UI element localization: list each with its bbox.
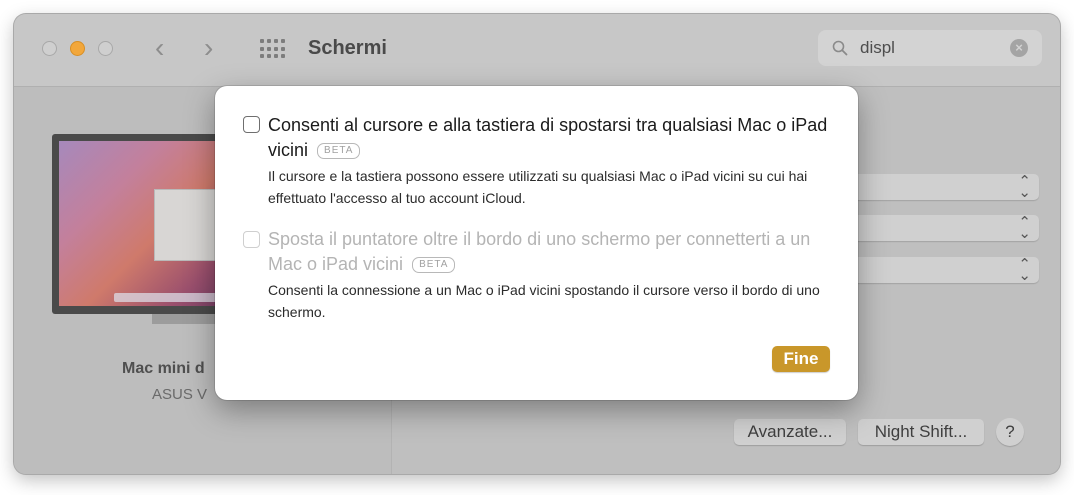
search-input[interactable]: displ bbox=[860, 38, 895, 58]
back-button[interactable]: ‹ bbox=[155, 34, 164, 62]
popup-menu-1[interactable]: ⌃ ⌄ bbox=[849, 174, 1039, 200]
help-button[interactable]: ? bbox=[996, 418, 1024, 446]
close-window-button[interactable] bbox=[42, 41, 57, 56]
universal-control-dialog: Consenti al cursore e alla tastiera di s… bbox=[215, 86, 858, 400]
night-shift-button[interactable]: Night Shift... bbox=[858, 419, 984, 445]
window-title: Schermi bbox=[308, 37, 387, 59]
grid-icon[interactable] bbox=[260, 39, 286, 59]
beta-badge: BETA bbox=[412, 257, 456, 273]
allow-cursor-keyboard-checkbox[interactable] bbox=[243, 116, 260, 133]
advanced-button[interactable]: Avanzate... bbox=[734, 419, 846, 445]
minimize-window-button[interactable] bbox=[70, 41, 85, 56]
search-icon bbox=[832, 40, 848, 56]
display-model: ASUS V bbox=[152, 386, 208, 403]
option1-description: Il cursore e la tastiera possono essere … bbox=[268, 168, 808, 206]
updown-chevron-icon: ⌃ ⌄ bbox=[1018, 173, 1031, 201]
push-through-edge-checkbox[interactable] bbox=[243, 231, 260, 248]
done-button[interactable]: Fine bbox=[772, 346, 830, 372]
popup-menu-3[interactable]: ⌃ ⌄ bbox=[849, 257, 1039, 283]
display-name: Mac mini d bbox=[122, 360, 205, 377]
zoom-window-button[interactable] bbox=[98, 41, 113, 56]
toolbar: ‹ › Schermi displ × bbox=[14, 14, 1060, 87]
updown-chevron-icon: ⌃ ⌄ bbox=[1018, 256, 1031, 284]
monitor-image[interactable] bbox=[52, 134, 246, 314]
popup-menu-2[interactable]: ⌃ ⌄ bbox=[849, 215, 1039, 241]
search-field[interactable]: displ × bbox=[818, 30, 1042, 66]
forward-button[interactable]: › bbox=[204, 34, 213, 62]
option2-description: Consenti la connessione a un Mac o iPad … bbox=[268, 282, 820, 320]
option1-title: Consenti al cursore e alla tastiera di s… bbox=[268, 115, 828, 160]
clear-icon[interactable]: × bbox=[1010, 39, 1028, 57]
updown-chevron-icon: ⌃ ⌄ bbox=[1018, 214, 1031, 242]
option2-title: Sposta il puntatore oltre il bordo di un… bbox=[268, 229, 811, 274]
beta-badge: BETA bbox=[317, 143, 361, 159]
